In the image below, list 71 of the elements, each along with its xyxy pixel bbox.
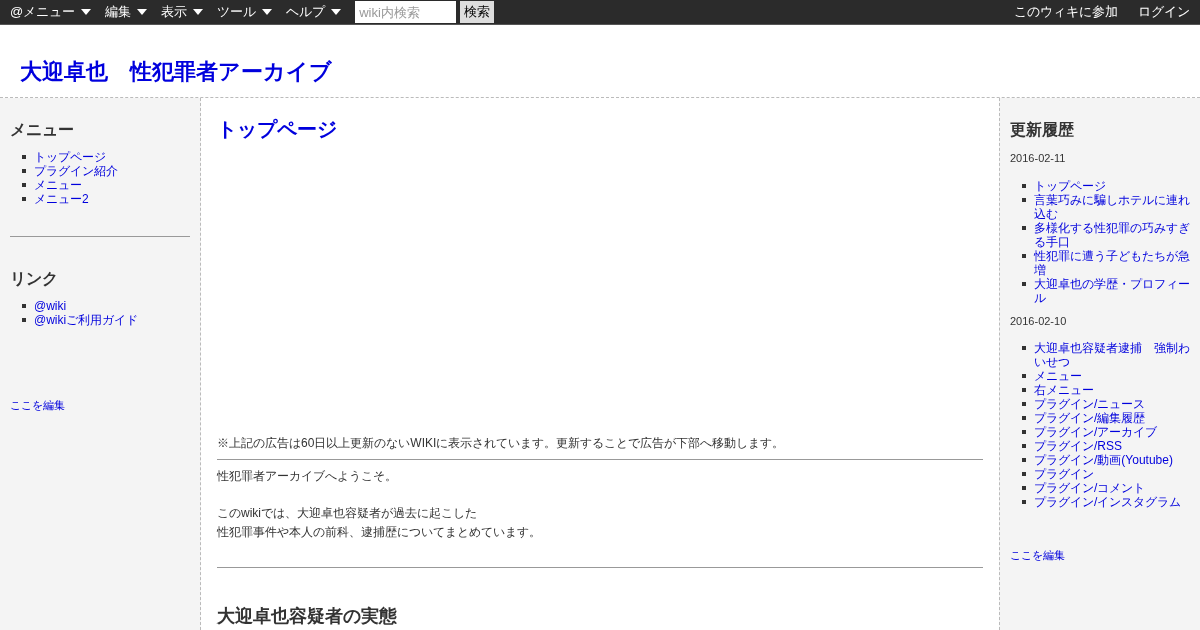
page-link[interactable]: プラグイン/インスタグラム [1034,495,1182,509]
bullet-icon [22,155,26,159]
page-link[interactable]: 多様化する性犯罪の巧みすぎる手口 [1034,220,1196,249]
bullet-icon [1022,416,1026,420]
page-link[interactable]: プラグイン/編集履歴 [1034,411,1146,425]
header-link[interactable]: ログイン [1138,2,1190,22]
bullet-icon [1022,374,1026,378]
search-button[interactable]: 検索 [460,1,495,24]
header-link[interactable]: このウィキに参加 [1014,2,1118,22]
caret-icon [331,9,342,16]
page-link[interactable]: @wikiご利用ガイド [34,313,139,327]
bullet-icon [22,183,26,187]
bullet-icon [1022,183,1026,188]
date-label: 2016-02-11 [1010,151,1067,166]
bullet-icon [1022,197,1026,202]
page-link[interactable]: メニュー [1034,369,1082,383]
page-link[interactable]: @wiki [34,299,67,313]
edit-link[interactable]: ここを編集 [1010,547,1196,564]
caret-icon [81,9,92,16]
caret-icon [137,9,148,16]
caret-icon [193,9,204,16]
bullet-icon [22,197,26,201]
search-field[interactable]: wiki内検索 [355,1,457,24]
page-link[interactable]: プラグイン [1034,467,1094,481]
bullet-icon [1022,458,1026,462]
page-link[interactable]: プラグイン/アーカイブ [1034,425,1158,439]
bullet-icon [1022,500,1026,504]
bullet-icon [1022,486,1026,490]
page-link[interactable]: プラグイン/コメント [1034,481,1146,495]
bullet-icon [1022,402,1026,406]
page-title[interactable]: トップページ [217,114,983,144]
site-title[interactable]: 大迎卓也 性犯罪者アーカイブ [20,55,332,88]
caret-icon [262,9,273,16]
page-link[interactable]: 言葉巧みに騙しホテルに連れ込む [1034,192,1196,221]
menu-button[interactable]: ヘルプ [286,2,342,22]
page-link[interactable]: 大迎卓也容疑者逮捕 強制わいせつ [1034,341,1196,369]
bullet-icon [1022,281,1026,286]
bullet-icon [1022,388,1026,392]
page-link[interactable]: プラグイン/RSS [1034,439,1122,453]
intro-paragraph: このwikiでは、大迎卓也容疑者が過去に起こした 性犯罪事件や本人の前科、逮捕歴についてまとめています。 [217,505,542,541]
date-label: 2016-02-10 [1010,313,1068,329]
bullet-icon [22,304,26,308]
sidebar-heading: リンク [10,269,59,289]
page-link[interactable]: 性犯罪に遭う子どもたちが急増 [1034,248,1196,277]
bullet-icon [1022,346,1026,350]
section-heading: 大迎卓也容疑者の実態 [217,605,398,628]
bullet-icon [22,169,26,173]
sidebar-heading: メニュー [10,120,75,140]
menu-button[interactable]: ツール [217,2,273,22]
ad-notice: ※上記の広告は60日以上更新のないWIKIに表示されています。更新することで広告が下部へ移動します。 [217,435,786,452]
page-link[interactable]: メニュー2 [34,192,89,206]
page-link[interactable]: プラグイン紹介 [34,164,118,178]
menu-button[interactable]: 編集 [105,2,148,22]
page-link[interactable]: 大迎卓也の学歴・プロフィール [1034,276,1196,305]
bullet-icon [1022,444,1026,448]
edit-link[interactable]: ここを編集 [10,397,190,414]
page-link[interactable]: プラグイン/動画(Youtube) [1034,453,1173,467]
page-link[interactable]: 右メニュー [1034,383,1094,397]
menu-button[interactable]: 表示 [161,2,204,22]
page-link[interactable]: メニュー [34,178,82,192]
page-link[interactable]: トップページ [1034,178,1106,193]
page-link[interactable]: プラグイン/ニュース [1034,397,1146,411]
bullet-icon [1022,472,1026,476]
page-link[interactable]: トップページ [34,150,106,164]
sidebar-heading: 更新履歴 [1010,120,1075,140]
welcome-text: 性犯罪者アーカイブへようこそ。 [217,468,398,485]
bullet-icon [1022,253,1026,258]
bullet-icon [1022,225,1026,230]
menu-button[interactable]: @メニュー [10,2,92,22]
bullet-icon [22,318,26,322]
bullet-icon [1022,430,1026,434]
